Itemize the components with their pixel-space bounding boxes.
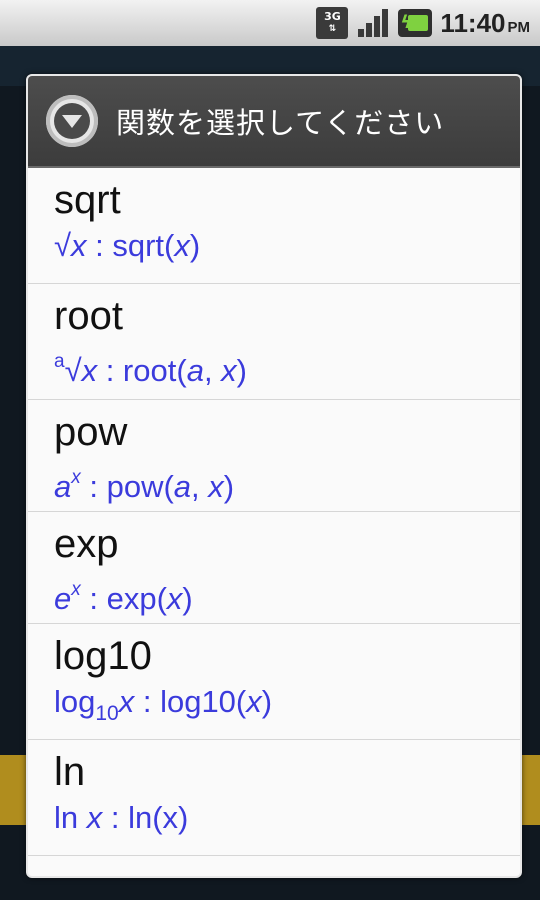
clock-ampm: PM — [507, 18, 531, 36]
clock: 11:40 PM — [440, 8, 530, 39]
item-name: exp — [54, 522, 119, 566]
item-formula: ex : exp(x) — [54, 579, 193, 616]
list-item-ln[interactable]: ln ln x : ln(x) — [28, 740, 520, 856]
list-item-log10[interactable]: log10 log10x : log10(x) — [28, 624, 520, 740]
item-name: pow — [54, 410, 128, 454]
function-select-dialog: 関数を選択してください sqrt √x : sqrt(x) root a√x :… — [26, 74, 522, 878]
battery-charging-icon: ϟ — [398, 9, 433, 37]
function-list: sqrt √x : sqrt(x) root a√x : root(a, x) … — [28, 168, 520, 856]
item-name: log10 — [54, 634, 152, 678]
signal-strength-icon — [356, 7, 390, 39]
item-formula: ax : pow(a, x) — [54, 467, 235, 504]
list-item-exp[interactable]: exp ex : exp(x) — [28, 512, 520, 624]
item-formula: ln x : ln(x) — [54, 800, 189, 835]
dialog-title: 関数を選択してください — [116, 106, 445, 140]
item-name: sqrt — [54, 178, 121, 222]
list-item-root[interactable]: root a√x : root(a, x) — [28, 284, 520, 400]
item-formula: √x : sqrt(x) — [54, 228, 201, 263]
dropdown-circle-icon — [46, 95, 98, 147]
list-item-sqrt[interactable]: sqrt √x : sqrt(x) — [28, 168, 520, 284]
dialog-header: 関数を選択してください — [28, 76, 520, 168]
item-formula: a√x : root(a, x) — [54, 351, 247, 388]
list-item-pow[interactable]: pow ax : pow(a, x) — [28, 400, 520, 512]
item-name: ln — [54, 750, 86, 794]
item-formula: log10x : log10(x) — [54, 684, 273, 725]
status-bar: 3G ⇅ ϟ 11:40 PM — [0, 0, 540, 46]
network-label: 3G — [324, 10, 341, 23]
item-name: root — [54, 294, 123, 338]
network-3g-icon: 3G ⇅ — [316, 7, 349, 39]
clock-time: 11:40 — [440, 7, 506, 38]
